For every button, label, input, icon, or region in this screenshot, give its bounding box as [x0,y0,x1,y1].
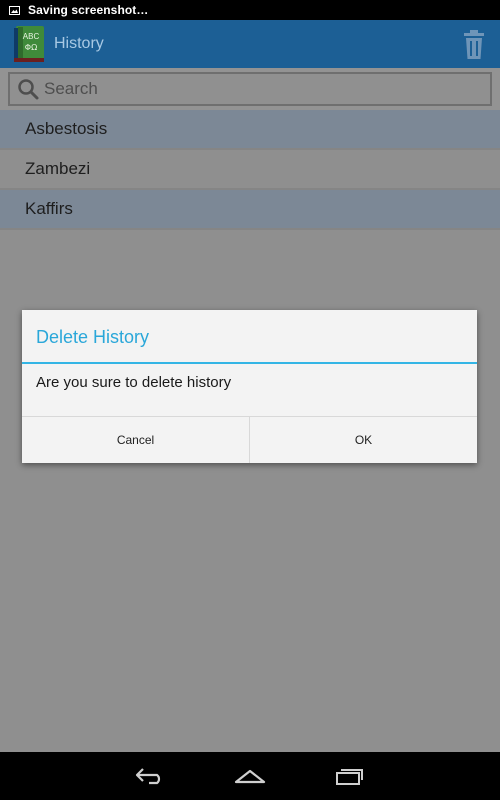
list-item-label: Asbestosis [25,119,108,138]
list-item[interactable]: Zambezi [0,150,500,190]
search-icon [16,77,40,101]
search-bar [0,68,500,110]
ok-button[interactable]: OK [250,417,477,463]
history-list: Asbestosis Zambezi Kaffirs [0,110,500,230]
delete-history-dialog: Delete History Are you sure to delete hi… [22,310,477,463]
dialog-title: Delete History [22,310,477,364]
dialog-message: Are you sure to delete history [22,364,477,417]
action-bar: ABC ΦΩ History [0,20,500,68]
list-item-label: Kaffirs [25,199,73,218]
search-input[interactable] [44,79,464,99]
list-item-label: Zambezi [25,159,91,178]
image-icon [9,5,20,15]
list-item[interactable]: Kaffirs [0,190,500,230]
page-title: History [54,35,104,52]
status-bar: Saving screenshot… [0,0,500,20]
list-item[interactable]: Asbestosis [0,110,500,150]
logo-text-top: ABC [23,32,40,41]
trash-icon[interactable] [462,30,486,60]
home-icon[interactable] [200,752,300,800]
dictionary-book-icon[interactable]: ABC ΦΩ [12,24,48,64]
status-text: Saving screenshot… [28,3,149,17]
dialog-buttons: Cancel OK [22,417,477,463]
navigation-bar [0,752,500,800]
search-box[interactable] [8,72,492,106]
recents-icon[interactable] [300,752,400,800]
logo-text-bottom: ΦΩ [25,43,37,52]
cancel-button[interactable]: Cancel [22,417,250,463]
back-icon[interactable] [100,752,200,800]
